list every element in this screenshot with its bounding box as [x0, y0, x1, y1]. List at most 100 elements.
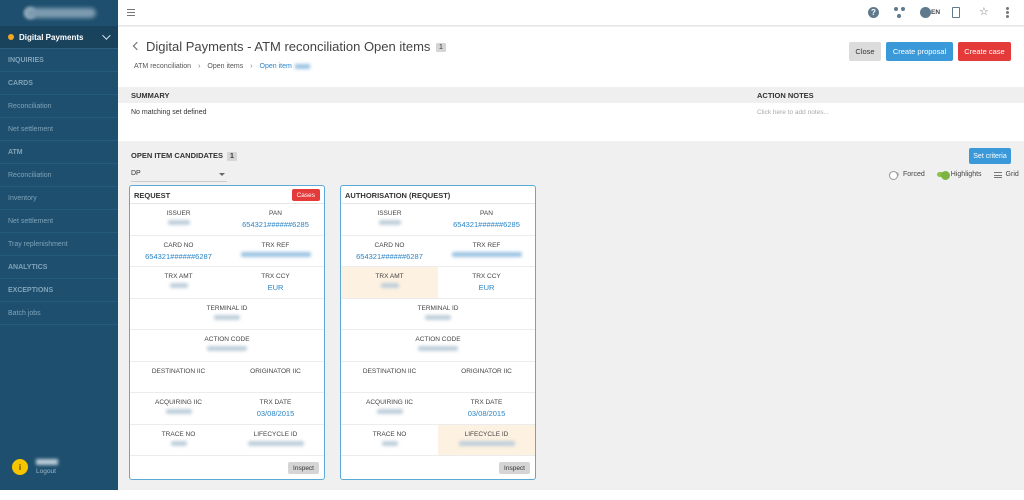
field-label: ACQUIRING IIC — [155, 399, 202, 406]
field-value: 654321######6285 — [453, 220, 520, 229]
logout-link[interactable]: Logout — [36, 468, 58, 475]
sidebar-item-cards-net-settlement[interactable]: Net settlement — [0, 118, 118, 141]
sidebar-item-atm-reconciliation[interactable]: Reconciliation — [0, 164, 118, 187]
inspect-button[interactable]: Inspect — [499, 462, 530, 474]
field-trx-date: TRX DATE 03/08/2015 — [438, 393, 535, 424]
create-case-button[interactable]: Create case — [958, 42, 1011, 61]
field-label: TRX DATE — [470, 399, 503, 406]
sidebar-item-tray-replenishment[interactable]: Tray replenishment — [0, 233, 118, 256]
sidebar-item-inquiries[interactable]: INQUIRIES — [0, 49, 118, 72]
sidebar-item-analytics[interactable]: ANALYTICS — [0, 256, 118, 279]
field-value-redacted — [418, 346, 458, 351]
field-label: ISSUER — [166, 210, 191, 217]
field-label: DESTINATION IIC — [362, 367, 417, 375]
sidebar-item-digital-payments[interactable]: Digital Payments — [0, 26, 118, 49]
breadcrumb-open-item: Open item — [259, 63, 292, 70]
language-label[interactable]: EN — [931, 9, 940, 16]
field-action-code: ACTION CODE — [341, 330, 535, 361]
sidebar-item-cards[interactable]: CARDS — [0, 72, 118, 95]
field-value-redacted — [207, 346, 247, 351]
summary-heading: SUMMARY — [131, 91, 170, 100]
close-button[interactable]: Close — [849, 42, 881, 61]
field-label: ISSUER — [377, 210, 402, 217]
field-value: 654321######6285 — [242, 220, 309, 229]
dataset-select-value: DP — [131, 170, 141, 177]
sidebar-item-atm[interactable]: ATM — [0, 141, 118, 164]
forced-toggle[interactable]: Forced — [889, 171, 925, 180]
field-value-redacted — [381, 440, 398, 446]
sidebar-item-label: ANALYTICS — [8, 263, 48, 271]
card-title: REQUEST — [134, 191, 171, 200]
field-value-redacted — [247, 440, 304, 446]
field-acquiring-iic: ACQUIRING IIC — [130, 393, 227, 424]
sidebar-item-label: INQUIRIES — [8, 56, 44, 64]
authorisation-card: AUTHORISATION (REQUEST) ISSUER PAN 654321… — [340, 185, 536, 480]
chevron-down-icon[interactable] — [102, 31, 111, 40]
field-label: DESTINATION IIC — [151, 367, 206, 375]
network-icon[interactable] — [894, 7, 905, 18]
field-card-no: CARD NO 654321######6287 — [130, 236, 227, 267]
field-issuer: ISSUER — [341, 204, 438, 235]
field-value-redacted — [451, 251, 522, 257]
create-proposal-button[interactable]: Create proposal — [886, 42, 953, 61]
action-notes-input[interactable]: Click here to add notes... — [757, 109, 829, 116]
field-trx-date: TRX DATE 03/08/2015 — [227, 393, 324, 424]
sidebar-item-batch-jobs[interactable]: Batch jobs — [0, 302, 118, 325]
field-label: TRACE NO — [161, 430, 196, 438]
sidebar-item-exceptions[interactable]: EXCEPTIONS — [0, 279, 118, 302]
sidebar-item-inventory[interactable]: Inventory — [0, 187, 118, 210]
back-arrow-icon[interactable] — [132, 41, 142, 51]
field-card-no: CARD NO 654321######6287 — [341, 236, 438, 267]
inspect-button[interactable]: Inspect — [288, 462, 319, 474]
chevron-right-icon: › — [250, 63, 253, 70]
sidebar-item-label: Net settlement — [8, 217, 54, 225]
sidebar-item-atm-net-settlement[interactable]: Net settlement — [0, 210, 118, 233]
field-label: CARD NO — [374, 241, 405, 249]
breadcrumb-open-items[interactable]: Open items — [207, 63, 243, 70]
field-label: TRX AMT — [164, 273, 193, 280]
summary-section: SUMMARY ACTION NOTES No matching set def… — [118, 87, 1024, 141]
list-icon — [993, 171, 1002, 178]
cases-button[interactable]: Cases — [291, 189, 320, 201]
toggle-switch-icon — [936, 171, 950, 180]
brand-name-redacted — [26, 8, 96, 18]
help-icon[interactable]: ? — [868, 7, 879, 18]
sidebar-item-label: CARDS — [8, 79, 33, 87]
menu-icon[interactable] — [127, 9, 135, 16]
globe-icon[interactable] — [920, 7, 931, 18]
star-icon[interactable]: ☆ — [979, 7, 990, 18]
highlights-toggle[interactable]: Highlights — [936, 171, 982, 180]
field-lifecycle-id-highlighted: LIFECYCLE ID — [438, 424, 535, 455]
field-label: TRX DATE — [259, 399, 292, 406]
sidebar-item-label: Net settlement — [8, 125, 54, 133]
view-toggles: Forced Highlights Grid — [889, 171, 1024, 180]
set-criteria-button[interactable]: Set criteria — [969, 148, 1011, 164]
field-terminal-id: TERMINAL ID — [341, 299, 535, 330]
field-label: TRX REF — [261, 241, 290, 249]
candidates-heading-text: OPEN ITEM CANDIDATES — [131, 151, 223, 160]
field-value-redacted — [458, 440, 515, 446]
grid-toggle[interactable]: Grid — [993, 171, 1019, 178]
field-value-redacted — [378, 220, 401, 225]
field-label: CARD NO — [163, 241, 194, 249]
breadcrumb-atm-reconciliation[interactable]: ATM reconciliation — [134, 63, 191, 70]
field-label: PAN — [269, 210, 282, 217]
dataset-select[interactable]: DP — [131, 170, 227, 182]
sidebar-item-cards-reconciliation[interactable]: Reconciliation — [0, 95, 118, 118]
bottom-strip — [0, 490, 1024, 500]
field-issuer: ISSUER — [130, 204, 227, 235]
page-title: Digital Payments - ATM reconciliation Op… — [146, 39, 446, 54]
open-item-candidates: OPEN ITEM CANDIDATES 1 Set criteria DP F… — [118, 141, 1024, 490]
document-icon[interactable] — [952, 7, 960, 18]
sidebar-item-label: Batch jobs — [8, 309, 41, 317]
no-matching-set-text: No matching set defined — [131, 109, 207, 116]
field-value-redacted — [165, 409, 192, 414]
field-value-redacted — [425, 314, 451, 320]
kebab-menu-icon[interactable] — [1006, 7, 1009, 18]
field-value-redacted — [170, 440, 187, 446]
sidebar-item-label: Reconciliation — [8, 171, 52, 179]
user-profile[interactable]: i Logout — [12, 459, 58, 475]
field-value-redacted — [376, 409, 403, 414]
avatar[interactable]: i — [12, 459, 28, 475]
brand-logo[interactable] — [0, 0, 118, 26]
